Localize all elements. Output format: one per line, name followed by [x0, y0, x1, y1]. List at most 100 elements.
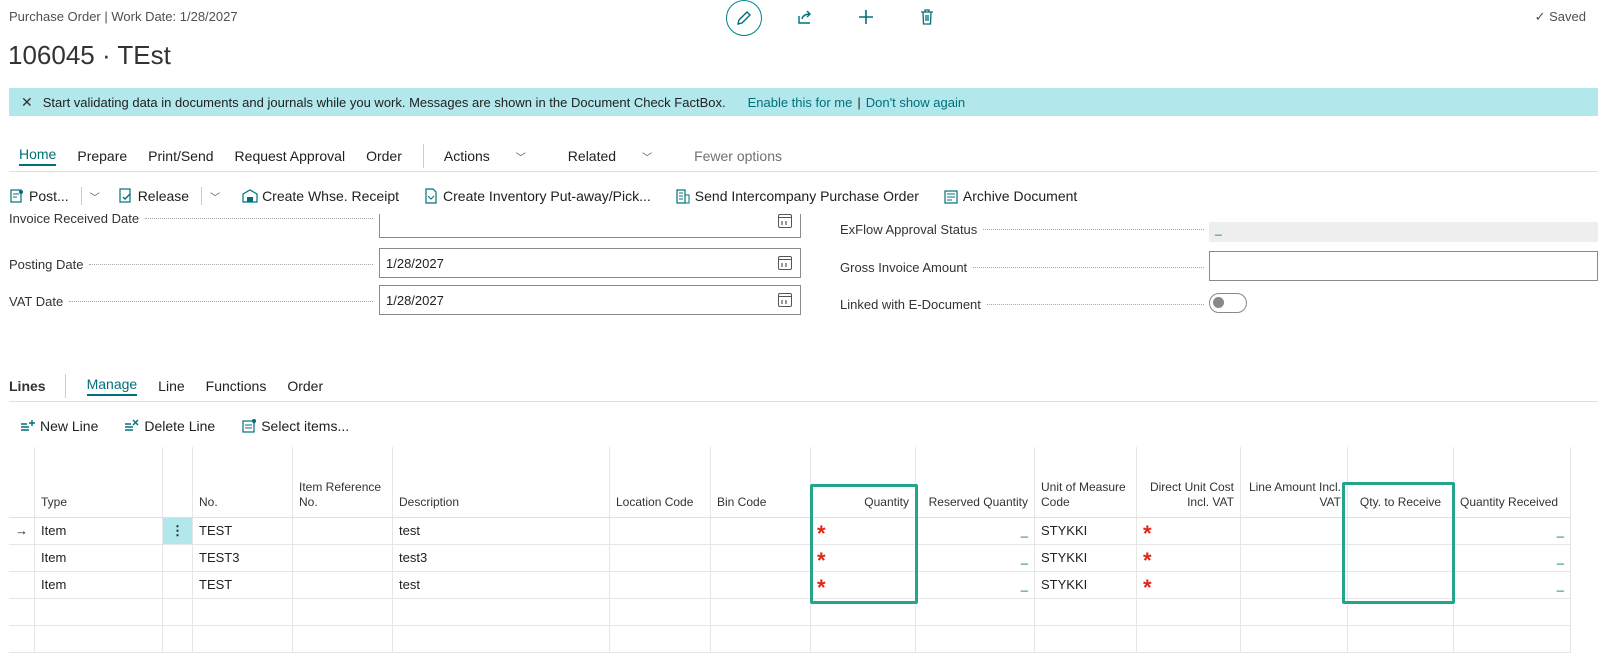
- chevron-down-icon[interactable]: ﹀: [210, 189, 220, 204]
- cell-line-amount[interactable]: [1240, 544, 1348, 572]
- create-whse-receipt-button[interactable]: Create Whse. Receipt: [242, 188, 399, 204]
- tab-prepare[interactable]: Prepare: [77, 148, 127, 164]
- cell-location-code[interactable]: [609, 517, 711, 545]
- tab-order[interactable]: Order: [366, 148, 402, 164]
- cell-bin-code[interactable]: [710, 517, 811, 545]
- col-no[interactable]: No.: [192, 447, 293, 518]
- dont-show-link[interactable]: Don't show again: [866, 95, 965, 110]
- cell-no[interactable]: TEST3: [192, 544, 293, 572]
- delete-line-icon: [125, 419, 139, 431]
- col-reserved-quantity[interactable]: Reserved Quantity: [915, 447, 1035, 518]
- cell-quantity-received[interactable]: _: [1453, 517, 1571, 545]
- current-row-arrow-icon: →: [9, 517, 35, 545]
- col-quantity-received[interactable]: Quantity Received: [1453, 447, 1571, 518]
- fewer-options-link[interactable]: Fewer options: [694, 148, 782, 164]
- table-header-row: Type No. Item Reference No. Description …: [9, 447, 1571, 518]
- vat-date-field: VAT Date: [9, 290, 379, 312]
- chevron-down-icon[interactable]: ﹀: [90, 189, 100, 204]
- cell-direct-unit-cost[interactable]: *: [1136, 544, 1241, 572]
- cell-description[interactable]: test3: [392, 544, 610, 572]
- table-row[interactable]: Item TEST3 test3 * _ STYKKI * _: [9, 544, 1571, 572]
- cell-type[interactable]: Item: [34, 544, 163, 572]
- cell-unit-of-measure[interactable]: STYKKI: [1034, 517, 1137, 545]
- tab-actions[interactable]: Actions ﹀: [444, 148, 547, 164]
- chevron-down-icon: ﹀: [515, 152, 526, 164]
- trash-icon[interactable]: [916, 6, 938, 28]
- release-button[interactable]: Release: [118, 188, 189, 204]
- delete-line-button[interactable]: Delete Line: [124, 418, 215, 434]
- table-row[interactable]: Item TEST test * _ STYKKI * _: [9, 571, 1571, 599]
- banner-separator: |: [857, 94, 861, 110]
- cell-reserved-quantity[interactable]: _: [915, 517, 1035, 545]
- action-tabs: Home Prepare Print/Send Request Approval…: [9, 140, 1598, 172]
- cell-bin-code[interactable]: [710, 571, 811, 599]
- post-button[interactable]: Post...: [9, 188, 69, 204]
- cell-type[interactable]: Item: [34, 571, 163, 599]
- tab-print-send[interactable]: Print/Send: [148, 148, 213, 164]
- linked-edocument-toggle[interactable]: [1209, 293, 1247, 313]
- cell-direct-unit-cost[interactable]: *: [1136, 517, 1241, 545]
- new-line-button[interactable]: New Line: [20, 418, 98, 434]
- cell-unit-of-measure[interactable]: STYKKI: [1034, 571, 1137, 599]
- col-direct-unit-cost[interactable]: Direct Unit Cost Incl. VAT: [1136, 447, 1241, 518]
- cell-unit-of-measure[interactable]: STYKKI: [1034, 544, 1137, 572]
- tab-related[interactable]: Related ﹀: [568, 148, 673, 164]
- send-intercompany-button[interactable]: Send Intercompany Purchase Order: [675, 188, 919, 204]
- new-line-label: New Line: [40, 418, 99, 434]
- cell-item-reference[interactable]: [292, 544, 393, 572]
- select-items-button[interactable]: Select items...: [241, 418, 349, 434]
- gross-invoice-input[interactable]: [1209, 251, 1598, 281]
- col-type[interactable]: Type: [34, 447, 163, 518]
- cell-bin-code[interactable]: [710, 544, 811, 572]
- saved-status: ✓ Saved: [1535, 9, 1586, 25]
- cell-description[interactable]: test: [392, 517, 610, 545]
- cell-item-reference[interactable]: [292, 571, 393, 599]
- row-menu-icon[interactable]: ⋮: [162, 517, 193, 545]
- cell-reserved-quantity[interactable]: _: [915, 544, 1035, 572]
- cell-item-reference[interactable]: [292, 517, 393, 545]
- cell-line-amount[interactable]: [1240, 517, 1348, 545]
- calendar-icon[interactable]: [778, 214, 792, 228]
- tab-line[interactable]: Line: [158, 378, 184, 394]
- cell-location-code[interactable]: [609, 544, 711, 572]
- lines-header: Lines Manage Line Functions Order: [9, 370, 1598, 402]
- calendar-icon[interactable]: [778, 256, 792, 270]
- tab-home[interactable]: Home: [19, 146, 57, 166]
- cell-reserved-quantity[interactable]: _: [915, 571, 1035, 599]
- invoice-received-input[interactable]: [379, 214, 801, 238]
- cell-line-amount[interactable]: [1240, 571, 1348, 599]
- cell-quantity-received[interactable]: _: [1453, 571, 1571, 599]
- cell-no[interactable]: TEST: [192, 517, 293, 545]
- cell-direct-unit-cost[interactable]: *: [1136, 571, 1241, 599]
- cell-no[interactable]: TEST: [192, 571, 293, 599]
- calendar-icon[interactable]: [778, 293, 792, 307]
- table-row-empty[interactable]: [9, 625, 1571, 653]
- col-item-reference[interactable]: Item Reference No.: [292, 447, 393, 518]
- cell-quantity-received[interactable]: _: [1453, 544, 1571, 572]
- cell-type[interactable]: Item: [34, 517, 163, 545]
- close-icon[interactable]: ✕: [21, 94, 33, 111]
- tab-request-approval[interactable]: Request Approval: [235, 148, 346, 164]
- cell-description[interactable]: test: [392, 571, 610, 599]
- release-icon: [119, 188, 131, 203]
- share-icon[interactable]: [794, 6, 816, 28]
- col-unit-of-measure[interactable]: Unit of Measure Code: [1034, 447, 1137, 518]
- col-location-code[interactable]: Location Code: [609, 447, 711, 518]
- enable-link[interactable]: Enable this for me: [748, 95, 853, 110]
- archive-document-button[interactable]: Archive Document: [943, 188, 1077, 204]
- plus-icon[interactable]: [855, 6, 877, 28]
- cell-location-code[interactable]: [609, 571, 711, 599]
- tab-lines-order[interactable]: Order: [287, 378, 323, 394]
- tab-functions[interactable]: Functions: [206, 378, 267, 394]
- col-line-amount[interactable]: Line Amount Incl. VAT: [1240, 447, 1348, 518]
- posting-date-input[interactable]: 1/28/2027: [379, 248, 801, 278]
- col-description[interactable]: Description: [392, 447, 610, 518]
- col-bin-code[interactable]: Bin Code: [710, 447, 811, 518]
- vat-date-input[interactable]: 1/28/2027: [379, 285, 801, 315]
- create-putaway-button[interactable]: Create Inventory Put-away/Pick...: [423, 188, 651, 204]
- pencil-icon[interactable]: [726, 0, 762, 36]
- table-row[interactable]: → Item ⋮ TEST test * _ STYKKI * _: [9, 517, 1571, 545]
- tab-manage[interactable]: Manage: [86, 376, 138, 396]
- table-row-empty[interactable]: [9, 598, 1571, 626]
- chevron-down-icon: ﹀: [642, 152, 653, 164]
